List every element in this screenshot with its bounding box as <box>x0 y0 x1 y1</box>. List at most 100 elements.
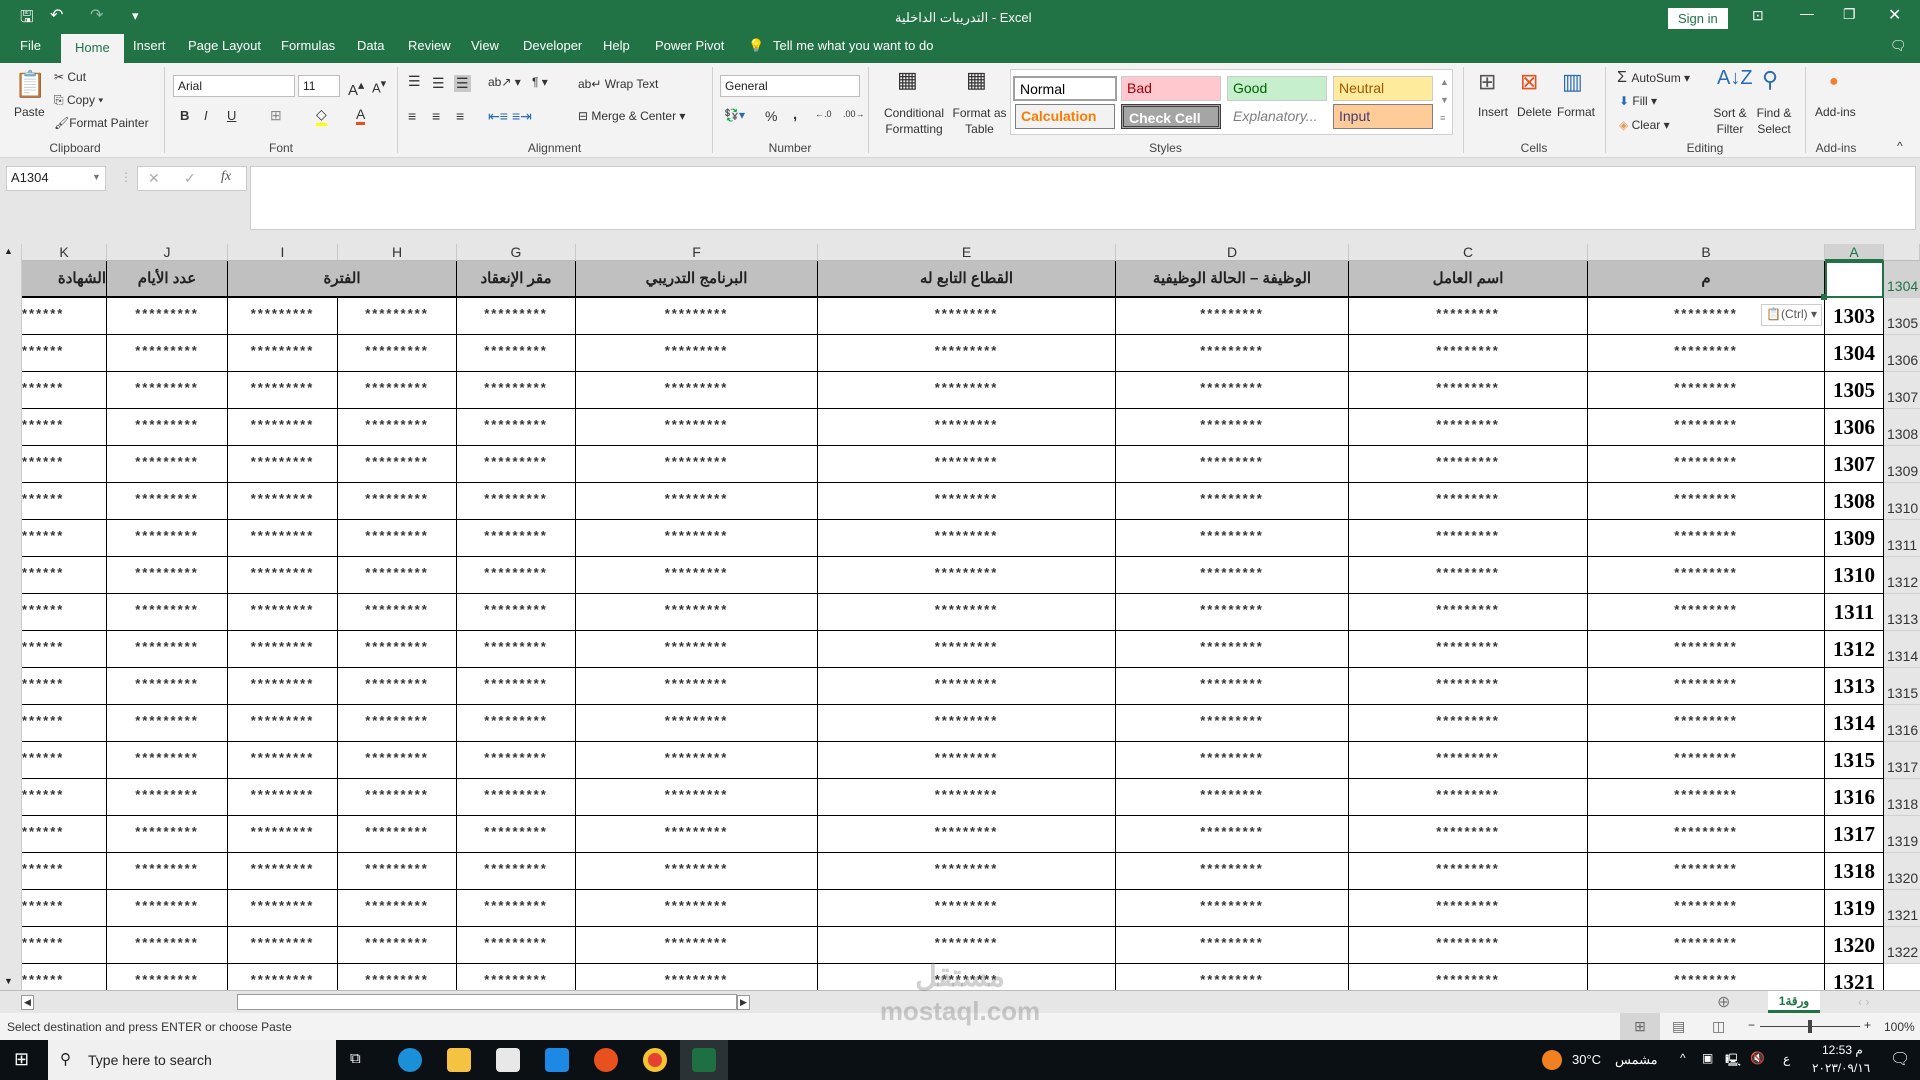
number-format-dropdown[interactable]: General <box>720 75 860 97</box>
fill-button[interactable]: ⬇ Fill ▾ <box>1619 94 1657 108</box>
masked-cell[interactable]: ********* <box>228 631 338 668</box>
enter-icon[interactable]: ✓ <box>184 170 196 187</box>
masked-cell[interactable]: ********* <box>1588 483 1825 520</box>
redo-icon[interactable]: ↷ <box>90 5 103 25</box>
align-center-icon[interactable]: ≡ <box>432 108 440 124</box>
masked-cell[interactable]: ********* <box>576 557 818 594</box>
customize-qat-icon[interactable]: ▾ <box>132 8 139 24</box>
serial-cell[interactable]: 1321 <box>1825 964 1884 990</box>
style-bad[interactable]: Bad <box>1121 76 1221 101</box>
text-direction-icon[interactable]: ¶ ▾ <box>532 75 548 89</box>
masked-cell[interactable]: ********* <box>1116 742 1349 779</box>
comma-button[interactable]: , <box>793 106 797 123</box>
masked-cell[interactable]: ********* <box>1588 927 1825 964</box>
align-left-icon[interactable]: ≡ <box>408 108 416 124</box>
masked-cell[interactable]: ********* <box>1349 372 1588 409</box>
masked-cell[interactable]: ********* <box>1116 705 1349 742</box>
masked-cell[interactable]: ********* <box>228 742 338 779</box>
masked-cell[interactable]: ********* <box>457 520 576 557</box>
normal-view-icon[interactable]: ⊞ <box>1620 1013 1660 1040</box>
serial-cell[interactable]: 1309 <box>1825 520 1884 557</box>
masked-cell[interactable]: ********* <box>457 483 576 520</box>
masked-cell[interactable]: ********* <box>1349 705 1588 742</box>
page-layout-view-icon[interactable]: ▤ <box>1672 1018 1685 1035</box>
scroll-down-icon[interactable]: ▼ <box>4 976 13 986</box>
masked-cell[interactable]: ****** <box>22 927 107 964</box>
table-header-cell[interactable]: الشهادة <box>22 261 107 298</box>
row-header[interactable]: 1309 <box>1884 446 1920 483</box>
masked-cell[interactable]: ********* <box>1588 890 1825 927</box>
format-as-table-button[interactable]: Format as Table <box>952 105 1007 137</box>
masked-cell[interactable]: ********* <box>1588 446 1825 483</box>
serial-cell[interactable]: 1308 <box>1825 483 1884 520</box>
masked-cell[interactable]: ********* <box>107 705 228 742</box>
masked-cell[interactable]: ****** <box>22 298 107 335</box>
cancel-icon[interactable]: ✕ <box>148 170 160 187</box>
masked-cell[interactable]: ********* <box>818 483 1116 520</box>
weather-temp[interactable]: 30°C <box>1572 1052 1601 1067</box>
masked-cell[interactable]: ****** <box>22 779 107 816</box>
orientation-icon[interactable]: ab↗ ▾ <box>488 75 521 89</box>
bottom-align-icon[interactable]: ☰ <box>454 75 471 92</box>
row-header[interactable]: 1314 <box>1884 631 1920 668</box>
masked-cell[interactable]: ********* <box>818 853 1116 890</box>
masked-cell[interactable]: ********* <box>1588 520 1825 557</box>
column-header-c[interactable]: C <box>1349 244 1588 261</box>
gallery-scroll-icon[interactable]: ▲ ▼ ≡ <box>1440 73 1449 127</box>
masked-cell[interactable]: ********* <box>338 520 457 557</box>
table-header-cell[interactable]: اسم العامل <box>1349 261 1588 298</box>
masked-cell[interactable]: ********* <box>818 557 1116 594</box>
format-painter-button[interactable]: 🖌Format Painter <box>54 116 149 130</box>
fill-handle[interactable] <box>1821 294 1827 300</box>
column-header-g[interactable]: G <box>457 244 576 261</box>
row-header[interactable]: 1318 <box>1884 779 1920 816</box>
bold-button[interactable]: B <box>180 108 189 123</box>
masked-cell[interactable]: ********* <box>1116 520 1349 557</box>
masked-cell[interactable]: ********* <box>338 557 457 594</box>
masked-cell[interactable]: ********* <box>818 446 1116 483</box>
fill-color-icon[interactable]: ◇ <box>316 106 327 126</box>
masked-cell[interactable]: ****** <box>22 742 107 779</box>
masked-cell[interactable]: ********* <box>338 668 457 705</box>
table-header-cell[interactable]: القطاع التابع له <box>818 261 1116 298</box>
sign-in-button[interactable]: Sign in <box>1668 8 1728 29</box>
masked-cell[interactable]: ********* <box>576 631 818 668</box>
addins-button[interactable]: Add-ins <box>1815 105 1856 119</box>
masked-cell[interactable]: ****** <box>22 594 107 631</box>
masked-cell[interactable]: ********* <box>1588 705 1825 742</box>
masked-cell[interactable]: ****** <box>22 372 107 409</box>
masked-cell[interactable]: ********* <box>818 742 1116 779</box>
masked-cell[interactable]: ********* <box>457 668 576 705</box>
weather-desc[interactable]: مشمس <box>1615 1052 1658 1068</box>
serial-cell[interactable]: 1318 <box>1825 853 1884 890</box>
masked-cell[interactable]: ********* <box>1116 816 1349 853</box>
horizontal-scrollbar-thumb[interactable] <box>237 994 737 1010</box>
masked-cell[interactable]: ********* <box>576 816 818 853</box>
masked-cell[interactable]: ********* <box>1349 446 1588 483</box>
masked-cell[interactable]: ********* <box>576 779 818 816</box>
volume-muted-icon[interactable]: 🔇 <box>1750 1051 1765 1065</box>
masked-cell[interactable]: ********* <box>818 335 1116 372</box>
masked-cell[interactable]: ****** <box>22 409 107 446</box>
row-header[interactable]: 1316 <box>1884 705 1920 742</box>
masked-cell[interactable]: ****** <box>22 557 107 594</box>
row-header[interactable]: 1310 <box>1884 483 1920 520</box>
comments-icon[interactable]: 🗨 <box>1890 38 1907 54</box>
masked-cell[interactable]: ********* <box>457 631 576 668</box>
masked-cell[interactable]: ********* <box>1588 853 1825 890</box>
table-header-cell[interactable]: الوظيفة – الحالة الوظيفية <box>1116 261 1349 298</box>
masked-cell[interactable]: ********* <box>1116 631 1349 668</box>
percent-button[interactable]: % <box>765 108 777 124</box>
masked-cell[interactable]: ********* <box>457 298 576 335</box>
column-header-h[interactable]: H <box>338 244 457 261</box>
masked-cell[interactable]: ********* <box>1116 483 1349 520</box>
masked-cell[interactable]: ********* <box>228 890 338 927</box>
masked-cell[interactable]: ********* <box>576 705 818 742</box>
masked-cell[interactable]: ********* <box>338 335 457 372</box>
masked-cell[interactable]: ********* <box>338 742 457 779</box>
column-header-e[interactable]: E <box>818 244 1116 261</box>
masked-cell[interactable]: ********* <box>338 779 457 816</box>
serial-cell[interactable]: 1314 <box>1825 705 1884 742</box>
insert-function-button[interactable]: fx <box>221 169 231 185</box>
masked-cell[interactable]: ********* <box>107 927 228 964</box>
